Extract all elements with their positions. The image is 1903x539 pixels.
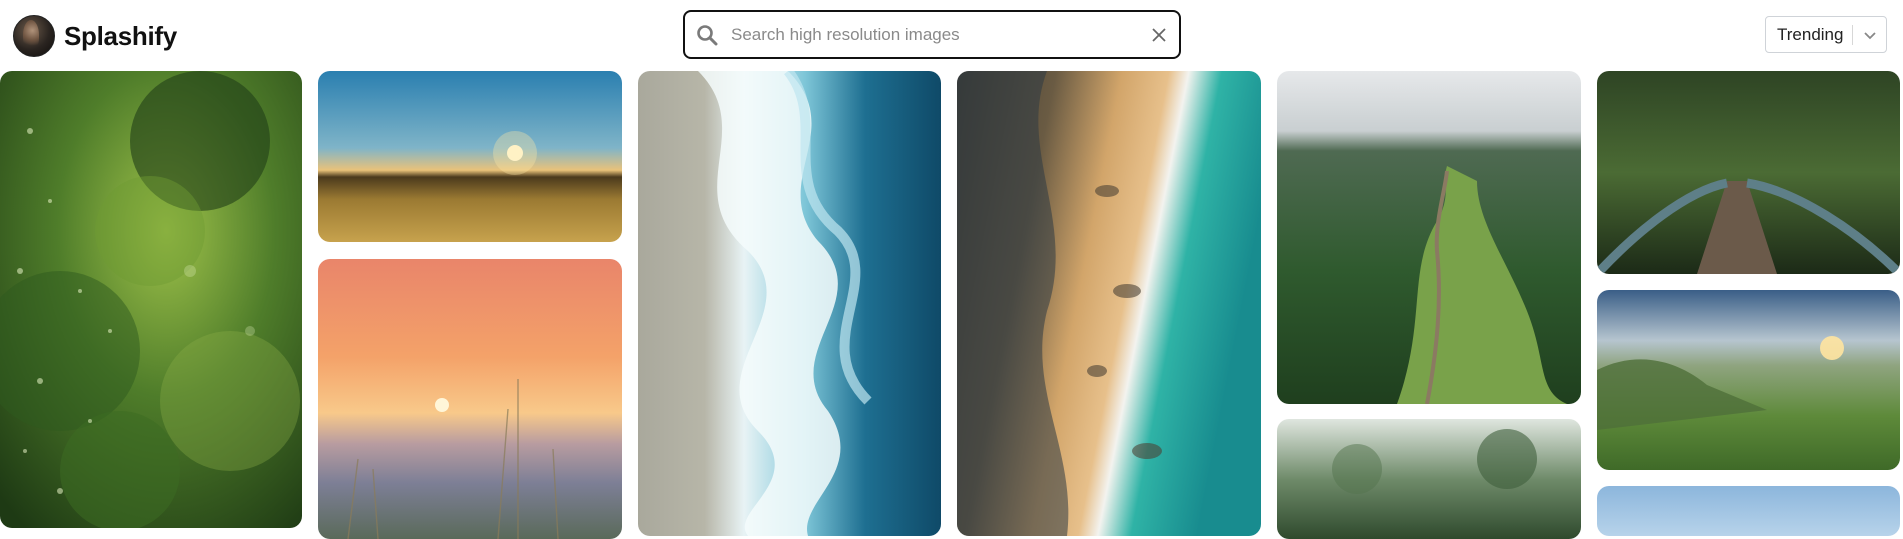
image-grid [0, 70, 1903, 539]
photo-tile[interactable] [1597, 486, 1900, 536]
top-bar: Splashify Trending [0, 0, 1903, 70]
dropdown-divider [1852, 25, 1853, 45]
search-bar [683, 10, 1181, 59]
search-icon [693, 21, 721, 49]
photo-tile[interactable] [1277, 71, 1581, 404]
search-input[interactable] [729, 23, 1147, 46]
chevron-down-icon [1864, 32, 1876, 40]
photo-tile[interactable] [318, 259, 622, 539]
sort-dropdown[interactable]: Trending [1765, 16, 1887, 53]
photo-tile[interactable] [0, 71, 302, 528]
brand-logo[interactable]: Splashify [13, 15, 177, 57]
photo-tile[interactable] [1597, 71, 1900, 274]
brand-name: Splashify [64, 20, 177, 51]
photo-tile[interactable] [318, 71, 622, 242]
photo-tile[interactable] [638, 71, 941, 536]
avatar-logo [13, 15, 55, 57]
photo-tile[interactable] [1277, 419, 1581, 539]
close-icon[interactable] [1147, 23, 1171, 47]
photo-tile[interactable] [957, 71, 1261, 536]
sort-selected-value: Trending [1777, 24, 1844, 44]
photo-tile[interactable] [1597, 290, 1900, 470]
